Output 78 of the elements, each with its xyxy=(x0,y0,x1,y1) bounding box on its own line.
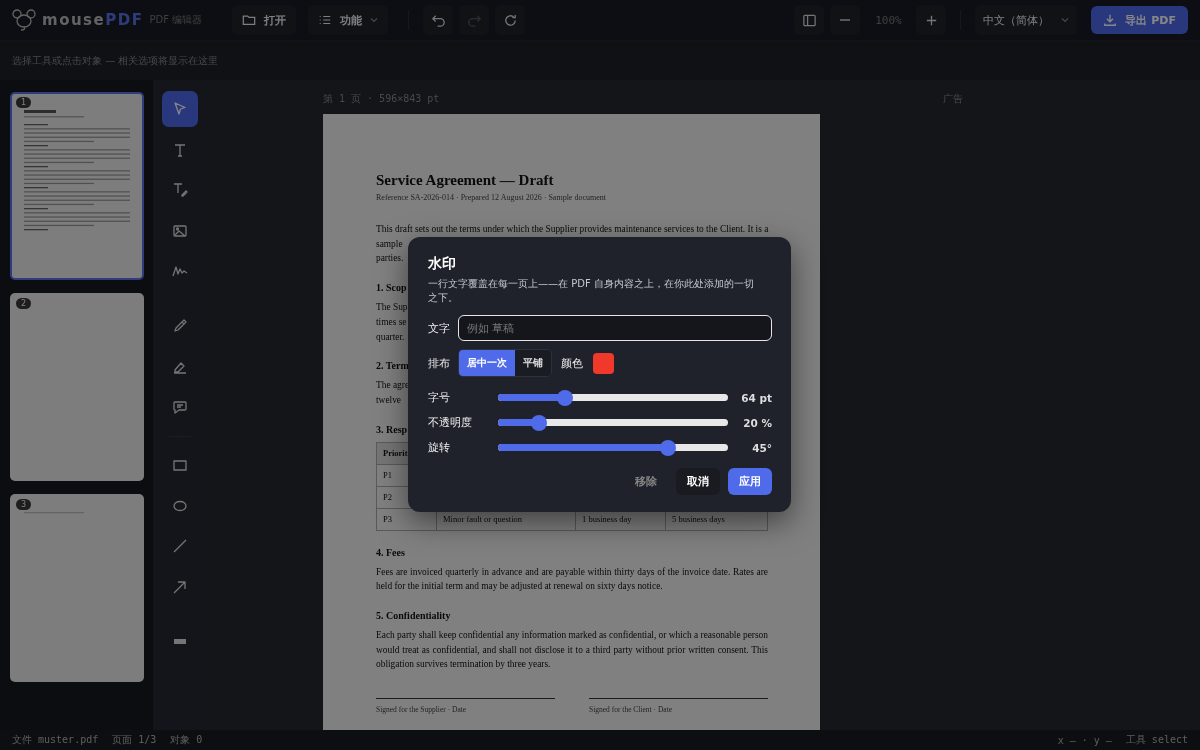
slider-value: 45° xyxy=(751,441,772,454)
slider-thumb[interactable] xyxy=(660,439,677,456)
dialog-description: 一行文字覆盖在每一页上——在 PDF 自身内容之上，在你此处添加的一切之下。 xyxy=(428,277,755,305)
pointer-icon xyxy=(172,101,188,117)
sidebar-icon xyxy=(801,12,817,28)
slider-value: 64 pt xyxy=(740,391,772,404)
page-thumbnail[interactable]: 1 xyxy=(10,92,144,280)
page-number-badge: 2 xyxy=(16,298,32,309)
page-number-badge: 1 xyxy=(16,97,32,108)
object-count: 对象 0 xyxy=(170,733,203,747)
caret-icon xyxy=(1061,16,1070,24)
features-menu-button[interactable]: 功能 xyxy=(308,5,389,35)
text-line: times se xyxy=(376,316,407,327)
arrow-icon xyxy=(172,578,188,595)
watermark-text-field[interactable]: 例如 草稿 xyxy=(458,315,772,341)
open-button[interactable]: 打开 xyxy=(232,5,297,35)
sidebar-toggle-button[interactable] xyxy=(794,5,825,35)
slider-label: 字号 xyxy=(428,390,451,405)
field-label: 排布 xyxy=(428,355,451,371)
export-button[interactable]: 导出 PDF xyxy=(1091,6,1188,34)
minus-icon xyxy=(840,19,851,21)
paragraph: Each party shall keep confidential any information marked as confidential, or which a reasonable person would treat as confidential, and shall not disclose it to a third party without prior written consent. This obligation survives termination by three years. xyxy=(376,629,768,672)
paragraph: Fees are invoiced quarterly in advance and are payable within thirty days of the invoice date. Rates are held for the initial term and may be adjusted at renewal on sixty days notice. xyxy=(376,565,768,594)
cancel-button[interactable]: 取消 xyxy=(676,468,720,495)
text-line: quarter. xyxy=(376,331,405,342)
dialog-title: 水印 xyxy=(428,255,457,273)
page-thumbnail[interactable]: 3 xyxy=(10,494,144,682)
zoom-out-button[interactable] xyxy=(830,5,861,35)
text-line: sample xyxy=(376,238,403,249)
text-line: The Sup xyxy=(376,302,408,313)
mouse-icon xyxy=(12,9,36,31)
document-subtitle: Reference SA-2026-014 · Prepared 12 August 2026 · Sample document xyxy=(376,193,607,202)
section-heading: 5. Confidentiality xyxy=(376,610,451,622)
text-edit-icon xyxy=(172,182,188,198)
slider-thumb[interactable] xyxy=(531,414,548,431)
pointer-tool[interactable] xyxy=(162,91,198,127)
slider-label: 不透明度 xyxy=(428,415,473,430)
refresh-icon xyxy=(502,12,518,28)
comment-icon xyxy=(172,399,188,415)
pencil-icon xyxy=(172,318,188,334)
slider-track[interactable] xyxy=(498,444,728,451)
folder-icon xyxy=(242,13,257,27)
app-logo: mousePDF xyxy=(42,11,144,29)
section-heading: 3. Resp xyxy=(376,423,408,435)
text-icon xyxy=(172,141,188,158)
slider-track[interactable] xyxy=(498,394,728,401)
refresh-button[interactable] xyxy=(495,5,526,35)
slider-value: 20 % xyxy=(742,416,772,429)
section-heading: 4. Fees xyxy=(376,546,405,558)
apply-button[interactable]: 应用 xyxy=(728,468,772,495)
section-heading: 1. Scop xyxy=(376,282,407,294)
download-icon xyxy=(1103,13,1118,27)
section-heading: 2. Term xyxy=(376,360,409,372)
list-icon xyxy=(318,13,333,27)
page-thumbnail[interactable]: 2 xyxy=(10,293,144,481)
document-title: Service Agreement — Draft xyxy=(376,172,555,189)
text-line: parties. xyxy=(376,253,404,264)
page-number-badge: 3 xyxy=(16,499,32,510)
text-line: This draft sets out the terms under which the Supplier provides maintenance services to the Client. It is a xyxy=(376,224,769,234)
field-label: 文字 xyxy=(428,320,451,336)
undo-button[interactable] xyxy=(423,5,454,35)
layout-option[interactable]: 居中一次 xyxy=(459,350,515,376)
language-select[interactable]: 中文（简体） xyxy=(975,5,1078,35)
file-name: 文件 muster.pdf xyxy=(12,733,99,747)
page-count: 页面 1/3 xyxy=(112,733,157,747)
text-line: twelve xyxy=(376,394,401,405)
layout-option[interactable]: 平铺 xyxy=(515,350,551,376)
slider-track[interactable] xyxy=(498,419,728,426)
caret-icon xyxy=(370,16,379,24)
image-icon xyxy=(172,222,188,239)
cursor-coordinates: x — · y — xyxy=(1057,734,1112,746)
redact-icon xyxy=(174,639,186,644)
remove-button[interactable]: 移除 xyxy=(624,468,668,495)
slider-thumb[interactable] xyxy=(556,389,573,406)
field-label: 颜色 xyxy=(561,355,583,371)
rectangle-icon xyxy=(172,457,188,473)
color-swatch[interactable] xyxy=(593,352,614,374)
line-icon xyxy=(172,538,188,554)
